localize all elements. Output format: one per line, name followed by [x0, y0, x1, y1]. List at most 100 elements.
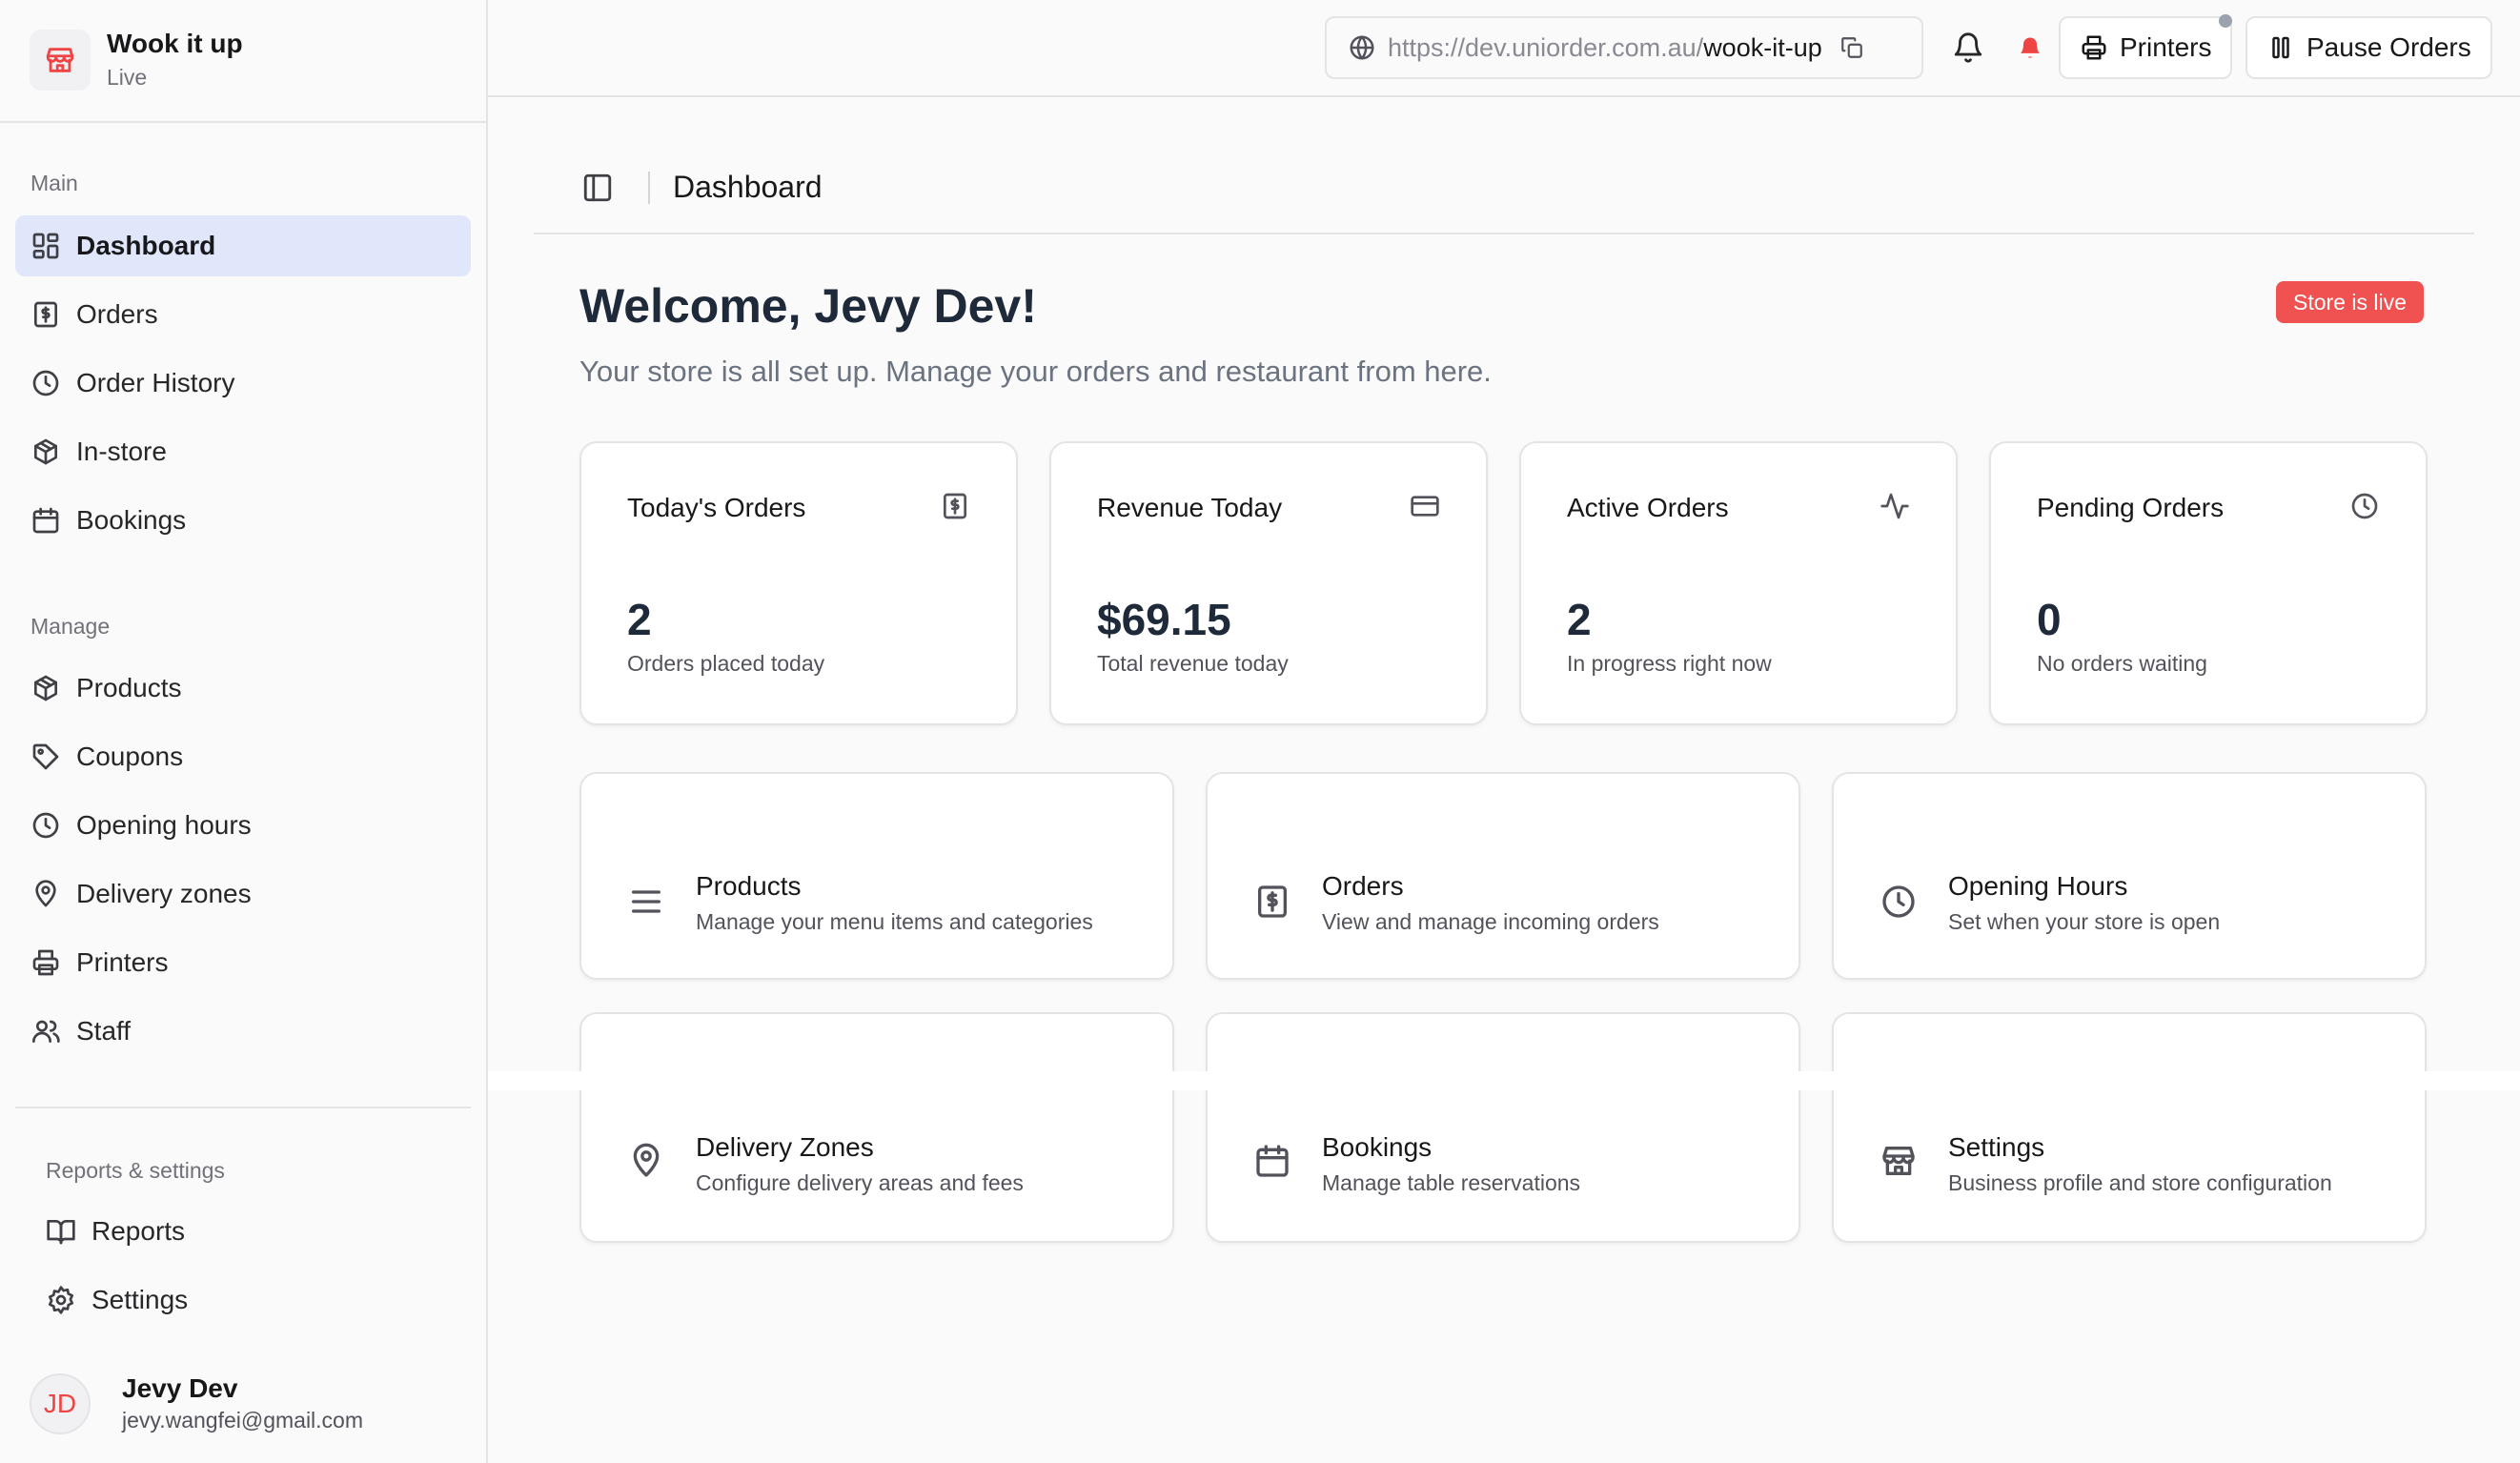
sidebar-item-label: Reports	[91, 1216, 186, 1246]
url-slug: wook-it-up	[1703, 32, 1822, 62]
sidebar-item-label: Printers	[76, 947, 169, 977]
quick-link-delivery-zones[interactable]: Delivery Zones Configure delivery areas …	[579, 1012, 1174, 1243]
status-badge: Store is live	[2276, 281, 2424, 323]
pause-orders-label: Pause Orders	[2307, 32, 2471, 62]
sidebar-item-settings[interactable]: Settings	[15, 1270, 471, 1331]
sidebar-item-coupons[interactable]: Coupons	[15, 726, 471, 787]
stat-value: 2	[627, 595, 652, 644]
breadcrumb-separator	[648, 172, 650, 204]
top-bar: https://dev.uniorder.com.au/wook-it-up P…	[488, 0, 2520, 97]
stat-subtext: Orders placed today	[627, 651, 825, 676]
stat-title: Today's Orders	[627, 493, 806, 522]
stat-subtext: Total revenue today	[1097, 651, 1289, 676]
sidebar-item-delivery-zones[interactable]: Delivery zones	[15, 864, 471, 925]
sidebar-item-products[interactable]: Products	[15, 658, 471, 719]
gear-icon	[46, 1285, 76, 1315]
sidebar-item-in-store[interactable]: In-store	[15, 421, 471, 482]
store-switcher[interactable]: Wook it up Live	[0, 0, 486, 123]
stat-value: 2	[1567, 595, 1592, 644]
package-icon	[30, 673, 61, 703]
stat-card-pending-orders: Pending Orders 0 No orders waiting	[1989, 441, 2428, 725]
store-icon	[44, 44, 76, 76]
stat-title: Active Orders	[1567, 493, 1729, 522]
receipt-icon	[30, 299, 61, 330]
tag-icon	[30, 742, 61, 772]
pause-orders-button[interactable]: Pause Orders	[2246, 16, 2492, 79]
quick-link-description: View and manage incoming orders	[1322, 909, 1659, 934]
breadcrumb: Dashboard	[534, 139, 2474, 234]
map-pin-icon	[30, 879, 61, 909]
avatar[interactable]: JD	[30, 1373, 91, 1434]
sidebar-item-label: Order History	[76, 368, 235, 397]
printer-icon	[30, 947, 61, 978]
welcome-heading: Welcome, Jevy Dev!	[579, 279, 1037, 333]
sidebar-item-printers[interactable]: Printers	[15, 932, 471, 993]
sidebar-item-bookings[interactable]: Bookings	[15, 490, 471, 551]
sidebar-item-orders[interactable]: Orders	[15, 284, 471, 345]
clock-icon	[30, 368, 61, 398]
quick-link-title: Orders	[1322, 871, 1404, 901]
credit-card-icon	[1410, 491, 1440, 521]
quick-link-orders[interactable]: Orders View and manage incoming orders	[1206, 772, 1800, 980]
store-logo	[30, 30, 91, 91]
user-email: jevy.wangfei@gmail.com	[122, 1408, 364, 1433]
package-icon	[30, 437, 61, 467]
quick-link-description: Manage table reservations	[1322, 1170, 1581, 1195]
sidebar-item-label: Orders	[76, 299, 158, 329]
quick-link-title: Opening Hours	[1948, 871, 2128, 901]
sidebar-item-label: Opening hours	[76, 810, 252, 840]
welcome-subtitle: Your store is all set up. Manage your or…	[579, 355, 1492, 388]
stat-card-todays-orders: Today's Orders 2 Orders placed today	[579, 441, 1018, 725]
stat-card-active-orders: Active Orders 2 In progress right now	[1519, 441, 1958, 725]
calendar-icon	[30, 505, 61, 536]
stat-title: Pending Orders	[2037, 493, 2225, 522]
receipt-icon	[940, 491, 970, 521]
nav-group-main-label: Main	[30, 171, 78, 195]
store-icon	[1880, 1142, 1918, 1180]
sidebar-item-label: Settings	[91, 1285, 189, 1314]
receipt-icon	[1253, 883, 1291, 921]
sidebar-item-reports[interactable]: Reports	[15, 1201, 471, 1262]
pause-icon	[2266, 33, 2295, 62]
sidebar: Wook it up Live Main Dashboard Orders Or…	[0, 0, 488, 1463]
printer-icon	[2080, 33, 2108, 62]
store-status: Live	[107, 65, 148, 90]
alert-bell-icon[interactable]	[2017, 34, 2043, 61]
sidebar-divider	[15, 1107, 471, 1108]
quick-link-title: Products	[696, 871, 802, 901]
quick-link-description: Manage your menu items and categories	[696, 909, 1093, 934]
menu-icon	[627, 883, 665, 921]
users-icon	[30, 1016, 61, 1046]
copy-icon[interactable]	[1839, 35, 1864, 60]
render-strip	[488, 1071, 2520, 1090]
quick-link-description: Configure delivery areas and fees	[696, 1170, 1024, 1195]
quick-link-settings[interactable]: Settings Business profile and store conf…	[1832, 1012, 2427, 1243]
user-name: Jevy Dev	[122, 1373, 238, 1403]
printers-button-label: Printers	[2120, 32, 2212, 62]
sidebar-item-staff[interactable]: Staff	[15, 1001, 471, 1062]
sidebar-item-label: Staff	[76, 1016, 132, 1046]
bell-icon[interactable]	[1952, 31, 1984, 64]
stat-card-revenue-today: Revenue Today $69.15 Total revenue today	[1049, 441, 1488, 725]
calendar-icon	[1253, 1142, 1291, 1180]
stat-title: Revenue Today	[1097, 493, 1283, 522]
printers-button[interactable]: Printers	[2059, 16, 2233, 79]
sidebar-item-opening-hours[interactable]: Opening hours	[15, 795, 471, 856]
sidebar-item-order-history[interactable]: Order History	[15, 353, 471, 414]
store-url-field[interactable]: https://dev.uniorder.com.au/wook-it-up	[1325, 16, 1923, 79]
stat-value: 0	[2037, 595, 2062, 644]
map-pin-icon	[627, 1142, 665, 1180]
sidebar-item-label: Dashboard	[76, 231, 216, 260]
sidebar-item-dashboard[interactable]: Dashboard	[15, 215, 471, 276]
quick-link-bookings[interactable]: Bookings Manage table reservations	[1206, 1012, 1800, 1243]
sidebar-item-label: Coupons	[76, 742, 184, 771]
url-prefix: https://dev.uniorder.com.au/	[1388, 32, 1704, 62]
clock-icon	[2349, 491, 2380, 521]
quick-link-title: Delivery Zones	[696, 1132, 874, 1162]
nav-group-manage-label: Manage	[30, 614, 111, 639]
sidebar-toggle-icon[interactable]	[581, 172, 614, 204]
quick-link-products[interactable]: Products Manage your menu items and cate…	[579, 772, 1174, 980]
store-name: Wook it up	[107, 29, 243, 58]
sidebar-item-label: In-store	[76, 437, 167, 466]
quick-link-opening-hours[interactable]: Opening Hours Set when your store is ope…	[1832, 772, 2427, 980]
